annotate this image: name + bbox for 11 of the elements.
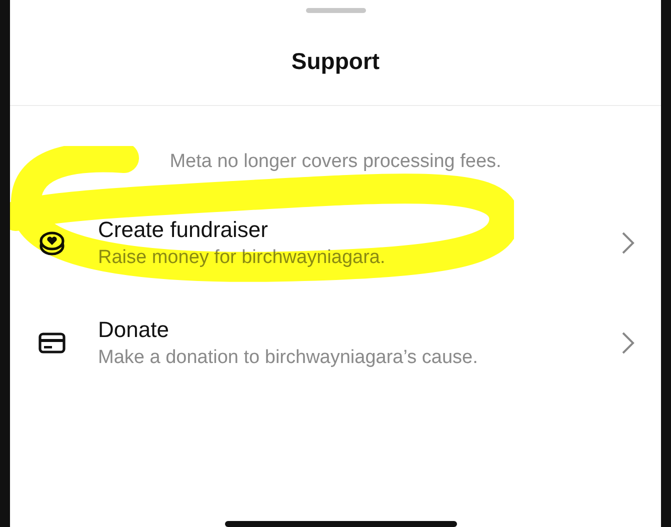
notice-text: Meta no longer covers processing fees. [168,151,502,173]
chevron-icon [621,231,635,255]
option-subtitle: Make a donation to birchwayniagara’s cause. [98,347,479,369]
option-row[interactable]: Create fundraiser Raise money for birchwayniagara. [10,208,661,278]
sheet-title: Support [291,48,380,74]
option-row[interactable]: Donate Make a donation to birchwayniagara’s cause. [10,308,661,378]
option-subtitle: Raise money for birchwayniagara. [98,247,386,269]
chevron-icon [621,331,635,355]
option-title: Donate [98,317,170,343]
drag-handle[interactable] [306,8,366,13]
option-title: Create fundraiser [98,217,269,243]
